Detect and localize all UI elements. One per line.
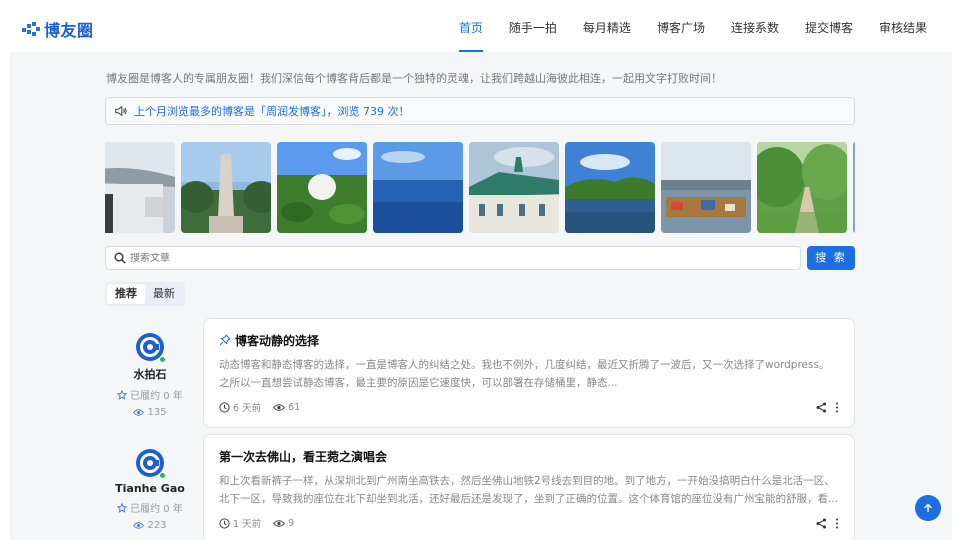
back-to-top-button[interactable] [915, 495, 941, 521]
share-icon[interactable] [816, 518, 827, 529]
eye-icon [133, 409, 145, 416]
clock-icon [219, 401, 230, 413]
post-author: Tianhe Gao 已履约 0 年 223 [105, 449, 195, 531]
post-views: 9 [273, 518, 294, 529]
photo-gallery [105, 142, 855, 233]
nav-home[interactable]: 首页 [446, 0, 496, 52]
post-excerpt: 动态博客和静态博客的选择，一直是博客人的纠结之处。我也不例外，几度纠结，最近又折… [219, 359, 830, 389]
tab-recommended[interactable]: 推荐 [107, 284, 145, 304]
photo-building-sky[interactable] [105, 142, 175, 233]
author-views-count: 135 [147, 407, 167, 418]
tenure-text: 已履约 0 年 [130, 391, 183, 402]
post-card[interactable]: 第一次去佛山，看王菀之演唱会 和上次看新裤子一样，从深圳北到广州南坐高铁去，然后… [203, 434, 855, 540]
star-icon [117, 389, 128, 400]
post-title[interactable]: 第一次去佛山，看王菀之演唱会 [219, 448, 387, 465]
post-views-count: 61 [288, 401, 301, 413]
more-icon[interactable] [835, 402, 839, 413]
post-views-count: 9 [288, 517, 295, 529]
post-author: 水拍石 已履约 0 年 135 [105, 333, 195, 418]
post-title-row: 第一次去佛山，看王菀之演唱会 [219, 447, 839, 465]
post-card[interactable]: 博客动静的选择 动态博客和静态博客的选择，一直是博客人的纠结之处。我也不例外，几… [203, 318, 855, 428]
search-icon [114, 252, 126, 264]
post-actions [816, 518, 839, 529]
photo-lake-hills[interactable] [565, 142, 655, 233]
notice-bar: 上个月浏览最多的博客是「周润发博客」，浏览 739 次！ [105, 97, 855, 125]
avatar[interactable] [136, 449, 166, 479]
post-time-text: 1 天前 [233, 519, 262, 530]
sort-tabs: 推荐 最新 [105, 282, 185, 306]
search-button[interactable]: 搜 索 [807, 246, 855, 270]
author-name[interactable]: Tianhe Gao [105, 482, 195, 495]
author-views: 223 [105, 520, 195, 531]
post-time: 1 天前 [219, 516, 261, 530]
post-footer: 6 天前 61 [219, 399, 839, 415]
photo-monument[interactable] [181, 142, 271, 233]
top-header: 博友圈 首页 随手一拍 每月精选 博客广场 连接系数 提交博客 审核结果 [0, 0, 960, 52]
photo-green-roof-building[interactable] [469, 142, 559, 233]
nav-blog-square[interactable]: 博客广场 [644, 0, 718, 52]
nav-submit-blog[interactable]: 提交博客 [792, 0, 866, 52]
author-name[interactable]: 水拍石 [105, 366, 195, 382]
nav-connection-factor[interactable]: 连接系数 [718, 0, 792, 52]
nav-review-results[interactable]: 审核结果 [866, 0, 940, 52]
photo-lotus-pond[interactable] [277, 142, 367, 233]
post-actions [816, 402, 839, 413]
photo-harbor[interactable] [661, 142, 751, 233]
tenure-text: 已履约 0 年 [130, 504, 183, 515]
online-status-dot [159, 356, 166, 363]
site-logo[interactable]: 博友圈 [22, 17, 94, 41]
more-icon[interactable] [835, 518, 839, 529]
post-time-text: 6 天前 [233, 403, 262, 414]
online-status-dot [159, 472, 166, 479]
author-tenure: 已履约 0 年 [105, 387, 195, 402]
nav-snapshots[interactable]: 随手一拍 [496, 0, 570, 52]
notice-text[interactable]: 上个月浏览最多的博客是「周润发博客」，浏览 739 次！ [134, 103, 410, 119]
post-title[interactable]: 博客动静的选择 [235, 332, 319, 349]
pin-icon [219, 334, 231, 346]
share-icon[interactable] [816, 402, 827, 413]
logo-icon [22, 22, 40, 36]
post-views: 61 [273, 402, 300, 413]
search-box [105, 246, 801, 270]
post-excerpt: 和上次看新裤子一样，从深圳北到广州南坐高铁去，然后坐佛山地铁2号线去到目的地。到… [219, 475, 839, 505]
photo-tree-path[interactable] [757, 142, 847, 233]
author-views-count: 223 [147, 520, 167, 531]
photo-partial[interactable] [853, 142, 855, 233]
photo-sea[interactable] [373, 142, 463, 233]
main-nav: 首页 随手一拍 每月精选 博客广场 连接系数 提交博客 审核结果 [446, 0, 940, 52]
author-views: 135 [105, 407, 195, 418]
site-intro: 博友圈是博客人的专属朋友圈！我们深信每个博客背后都是一个独特的灵魂，让我们跨越山… [106, 72, 722, 85]
search-input[interactable] [130, 252, 770, 264]
post-title-row: 博客动静的选择 [219, 331, 839, 349]
eye-icon [273, 403, 286, 411]
nav-monthly-picks[interactable]: 每月精选 [570, 0, 644, 52]
avatar[interactable] [136, 333, 166, 363]
eye-icon [133, 522, 145, 529]
tab-latest[interactable]: 最新 [145, 284, 183, 304]
author-tenure: 已履约 0 年 [105, 500, 195, 515]
post-footer: 1 天前 9 [219, 515, 839, 531]
post-time: 6 天前 [219, 400, 261, 414]
star-icon [117, 502, 128, 513]
clock-icon [219, 517, 230, 529]
arrow-up-icon [924, 503, 932, 513]
site-name: 博友圈 [44, 21, 94, 40]
eye-icon [273, 519, 286, 527]
speaker-icon [115, 106, 127, 116]
